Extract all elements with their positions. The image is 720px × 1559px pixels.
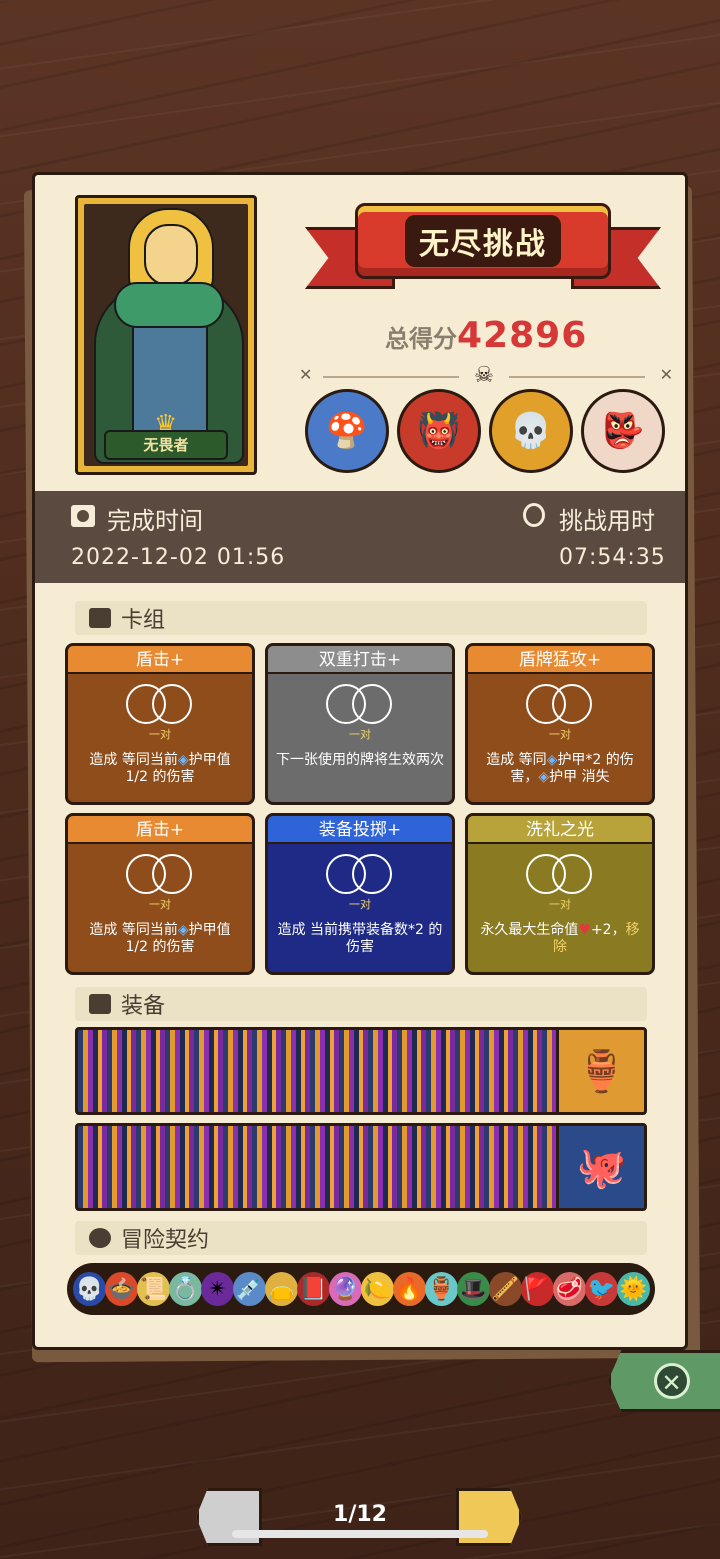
deck-card[interactable]: 洗礼之光 一对 永久最大生命值♥+2，移除: [465, 813, 655, 975]
syringe-icon[interactable]: 💉: [233, 1272, 266, 1306]
close-icon[interactable]: ✕: [653, 1363, 690, 1399]
card-pair: 一对: [549, 898, 571, 911]
deck-card[interactable]: 盾牌猛攻+ 一对 造成 等同◈护甲*2 的伤害，◈护甲 消失: [465, 643, 655, 805]
finish-time-label: 完成时间: [107, 507, 203, 535]
yellow-pouch-icon[interactable]: 👝: [265, 1272, 298, 1306]
pink-orb-icon[interactable]: 🔮: [329, 1272, 362, 1306]
result-panel: ♛ 无畏者 无尽挑战 总得分 42896 ✕ ☠ ✕ 🍄 👹 💀 👺 完成时间 …: [32, 172, 688, 1350]
meat-icon[interactable]: 🥩: [553, 1272, 586, 1306]
contracts-header: 冒险契约: [75, 1221, 647, 1255]
film-icon: [71, 505, 95, 527]
deck-card[interactable]: 装备投掷+ 一对 造成 当前携带装备数*2 的伤害: [265, 813, 455, 975]
card-pair: 一对: [349, 898, 371, 911]
duration-value: 07:54:35: [559, 545, 666, 570]
home-indicator[interactable]: [232, 1530, 488, 1538]
equipment-bar[interactable]: 🐙: [75, 1123, 647, 1211]
mode-title: 无尽挑战: [405, 215, 561, 267]
equipment-header-label: 装备: [121, 994, 166, 1019]
person-icon: [89, 1228, 111, 1248]
card-pair: 一对: [149, 728, 171, 741]
green-hat-icon[interactable]: 🎩: [457, 1272, 490, 1306]
boss-mushroom-wizard-icon[interactable]: 🍄: [305, 389, 389, 473]
crossed-swords-icon: ✕: [299, 365, 313, 384]
card-title: 盾击+: [68, 816, 252, 844]
heart-pot-icon[interactable]: 🍲: [105, 1272, 138, 1306]
deck-header-label: 卡组: [121, 608, 166, 633]
shield-icon: ◈: [546, 752, 558, 768]
card-title: 盾牌猛攻+: [468, 646, 652, 674]
purple-star-icon[interactable]: ✴: [201, 1272, 234, 1306]
red-banner-icon[interactable]: 🚩: [521, 1272, 554, 1306]
card-desc: 永久最大生命值♥+2，移除: [480, 922, 640, 955]
card-desc: 下一张使用的牌将生效两次: [276, 752, 444, 768]
lemon-icon[interactable]: 🍋: [361, 1272, 394, 1306]
box-icon: [89, 994, 111, 1014]
card-title: 双重打击+: [268, 646, 452, 674]
boss-skull-demon-icon[interactable]: 💀: [489, 389, 573, 473]
cyan-vase-icon[interactable]: 🏺: [425, 1272, 458, 1306]
contracts-header-label: 冒险契约: [121, 1228, 210, 1253]
hero-name: 无畏者: [104, 430, 228, 460]
equipment-bar[interactable]: 🏺: [75, 1027, 647, 1115]
deck-card[interactable]: 盾击+ 一对 造成 等同当前◈护甲值 1/2 的伤害: [65, 813, 255, 975]
crossed-swords-icon: ✕: [659, 365, 673, 384]
close-button[interactable]: ✕: [608, 1350, 720, 1412]
card-pair: 一对: [349, 728, 371, 741]
heart-icon: ♥: [578, 922, 591, 938]
card-pair: 一对: [549, 728, 571, 741]
finish-time-value: 2022-12-02 01:56: [71, 545, 286, 570]
score-label: 总得分: [385, 325, 457, 353]
duration-label: 挑战用时: [559, 507, 655, 535]
card-desc: 造成 当前携带装备数*2 的伤害: [277, 922, 443, 955]
ring-icon[interactable]: 💍: [169, 1272, 202, 1306]
sun-face-icon[interactable]: 🌞: [617, 1272, 650, 1306]
page-indicator: 1/12: [333, 1502, 387, 1527]
stopwatch-icon: [523, 503, 545, 527]
score-value: 42896: [457, 315, 588, 356]
boss-flame-mask-icon[interactable]: 👺: [581, 389, 665, 473]
skull-horns-icon: ☠: [474, 363, 494, 388]
card-title: 洗礼之光: [468, 816, 652, 844]
equipment-header: 装备: [75, 987, 647, 1021]
defeated-bosses: 🍄 👹 💀 👺: [305, 389, 665, 473]
blue-octopus-icon[interactable]: 🐙: [556, 1126, 644, 1208]
pipe-icon[interactable]: 🪈: [489, 1272, 522, 1306]
deck-header: 卡组: [75, 601, 647, 635]
red-bird-icon[interactable]: 🐦: [585, 1272, 618, 1306]
card-desc: 造成 等同当前◈护甲值 1/2 的伤害: [89, 752, 231, 785]
contract-icons-row: 💀 🍲 📜 💍 ✴ 💉 👝 📕 🔮 🍋 🔥 🏺 🎩 🪈 🚩 🥩 🐦 🌞: [67, 1263, 655, 1315]
deck-card[interactable]: 盾击+ 一对 造成 等同当前◈护甲值 1/2 的伤害: [65, 643, 255, 805]
card-desc: 造成 等同当前◈护甲值 1/2 的伤害: [89, 922, 231, 955]
card-title: 装备投掷+: [268, 816, 452, 844]
card-title: 盾击+: [68, 646, 252, 674]
card-desc: 造成 等同◈护甲*2 的伤害，◈护甲 消失: [486, 752, 634, 785]
fire-icon[interactable]: 🔥: [393, 1272, 426, 1306]
score-row: 总得分 42896: [385, 315, 587, 356]
mode-banner: 无尽挑战: [305, 197, 661, 307]
boss-divider: ✕ ☠ ✕: [299, 363, 673, 389]
hero-portrait: ♛ 无畏者: [75, 195, 257, 475]
teal-vase-icon[interactable]: 🏺: [556, 1030, 644, 1112]
shield-icon: ◈: [538, 769, 550, 785]
scroll-icon[interactable]: 📜: [137, 1272, 170, 1306]
deck-card[interactable]: 双重打击+ 一对 下一张使用的牌将生效两次: [265, 643, 455, 805]
card-pair: 一对: [149, 898, 171, 911]
red-heart-book-icon[interactable]: 📕: [297, 1272, 330, 1306]
shield-icon: ◈: [177, 752, 189, 768]
cards-icon: [89, 608, 111, 628]
time-bar: 完成时间 2022-12-02 01:56 挑战用时 07:54:35: [35, 491, 685, 583]
blue-flame-skull-icon[interactable]: 💀: [73, 1272, 106, 1306]
boss-cube-monster-icon[interactable]: 👹: [397, 389, 481, 473]
shield-icon: ◈: [177, 922, 189, 938]
